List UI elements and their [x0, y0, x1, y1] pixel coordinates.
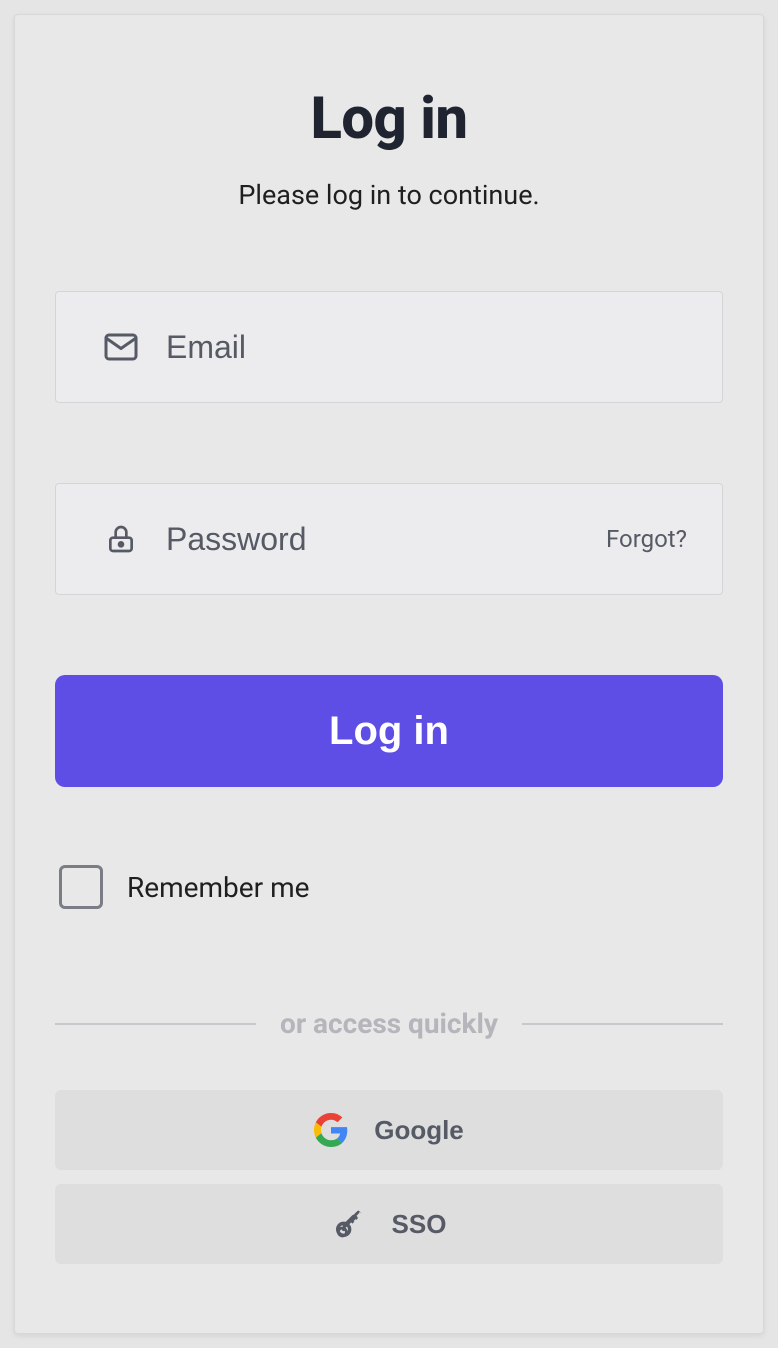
key-icon [332, 1207, 366, 1241]
divider-line-right [522, 1023, 723, 1025]
remember-row: Remember me [55, 865, 723, 909]
forgot-password-link[interactable]: Forgot? [606, 525, 687, 553]
lock-icon [103, 521, 139, 557]
google-icon [314, 1113, 348, 1147]
mail-icon [103, 329, 139, 365]
google-button-label: Google [374, 1115, 464, 1146]
sso-button-label: SSO [392, 1209, 447, 1240]
divider: or access quickly [55, 1007, 723, 1040]
remember-label: Remember me [127, 871, 309, 904]
google-login-button[interactable]: Google [55, 1090, 723, 1170]
sso-login-button[interactable]: SSO [55, 1184, 723, 1264]
divider-line-left [55, 1023, 256, 1025]
divider-label: or access quickly [280, 1007, 498, 1040]
login-button[interactable]: Log in [55, 675, 723, 787]
login-card: Log in Please log in to continue. Forgot… [14, 14, 764, 1334]
email-field[interactable] [55, 291, 723, 403]
password-group: Forgot? [55, 483, 723, 595]
page-title: Log in [55, 85, 723, 153]
page-subtitle: Please log in to continue. [55, 179, 723, 211]
remember-checkbox[interactable] [59, 865, 103, 909]
email-group [55, 291, 723, 403]
